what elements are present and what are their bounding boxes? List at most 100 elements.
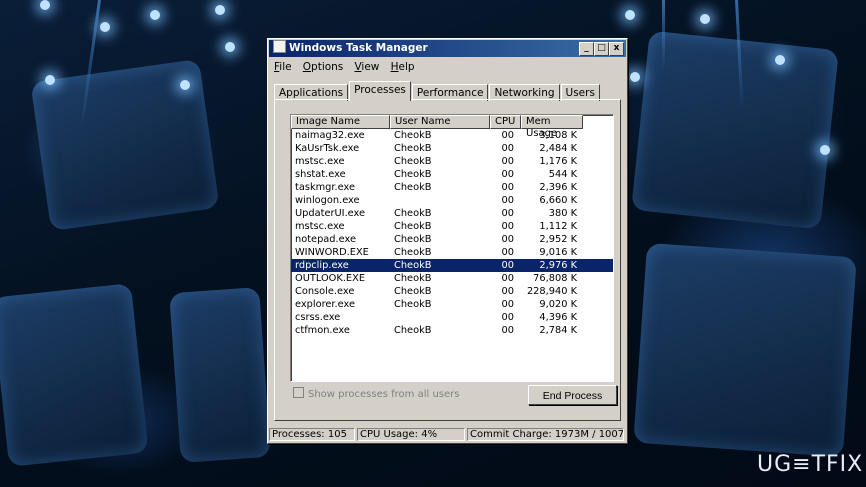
fiber-light-dot — [700, 14, 710, 24]
column-user-name[interactable]: User Name — [390, 115, 490, 129]
process-image-name: winlogon.exe — [295, 195, 360, 206]
fiber-light-dot — [225, 42, 235, 52]
column-mem-usage[interactable]: Mem Usage — [521, 115, 583, 139]
process-row[interactable]: taskmgr.exe CheokB 00 2,396 K — [291, 181, 613, 194]
ugetfix-watermark: UG≡TFIX — [757, 452, 864, 477]
process-mem-usage: 544 K — [548, 169, 577, 180]
fiber-light-dot — [820, 145, 830, 155]
menu-view[interactable]: View — [354, 61, 379, 73]
process-list[interactable]: Image Name User Name CPU Mem Usage naima… — [290, 114, 614, 382]
keyboard-key-decoration — [169, 287, 271, 463]
menu-options[interactable]: Options — [303, 61, 344, 73]
column-cpu[interactable]: CPU — [490, 115, 521, 129]
process-row[interactable]: KaUsrTsk.exe CheokB 00 2,484 K — [291, 142, 613, 155]
fiber-light-dot — [150, 10, 160, 20]
process-row[interactable]: explorer.exe CheokB 00 9,020 K — [291, 298, 613, 311]
process-cpu: 00 — [501, 325, 514, 336]
process-cpu: 00 — [501, 130, 514, 141]
process-image-name: ctfmon.exe — [295, 325, 350, 336]
menu-help[interactable]: Help — [391, 61, 415, 73]
fiber-light-dot — [630, 72, 640, 82]
fiber-light-dot — [215, 5, 225, 15]
column-header-row: Image Name User Name CPU Mem Usage — [291, 115, 613, 139]
process-mem-usage: 2,484 K — [539, 143, 577, 154]
maximize-button[interactable]: □ — [594, 42, 609, 56]
keyboard-key-decoration — [30, 58, 220, 232]
process-mem-usage: 4,396 K — [539, 312, 577, 323]
process-mem-usage: 2,976 K — [539, 260, 577, 271]
status-cpu-usage: CPU Usage: 4% — [357, 428, 465, 441]
process-cpu: 00 — [501, 312, 514, 323]
fiber-light-dot — [775, 55, 785, 65]
process-mem-usage: 9,016 K — [539, 247, 577, 258]
process-user-name: CheokB — [394, 182, 432, 193]
process-row[interactable]: naimag32.exe CheokB 00 3,108 K — [291, 129, 613, 142]
process-row[interactable]: csrss.exe 00 4,396 K — [291, 311, 613, 324]
minimize-button[interactable]: _ — [579, 42, 594, 56]
process-cpu: 00 — [501, 234, 514, 245]
process-image-name: explorer.exe — [295, 299, 356, 310]
process-mem-usage: 2,784 K — [539, 325, 577, 336]
fiber-light-dot — [40, 0, 50, 10]
status-bar: Processes: 105 CPU Usage: 4% Commit Char… — [269, 428, 626, 441]
process-image-name: csrss.exe — [295, 312, 341, 323]
process-user-name: CheokB — [394, 273, 432, 284]
process-cpu: 00 — [501, 299, 514, 310]
process-row[interactable]: Console.exe CheokB 00 228,940 K — [291, 285, 613, 298]
process-row[interactable]: ctfmon.exe CheokB 00 2,784 K — [291, 324, 613, 337]
status-commit-charge: Commit Charge: 1973M / 10073M — [467, 428, 624, 441]
show-all-users-checkbox[interactable] — [293, 387, 304, 398]
task-manager-window: Windows Task Manager _ □ x File Options … — [267, 38, 628, 444]
menu-bar: File Options View Help — [268, 58, 627, 76]
process-rows: naimag32.exe CheokB 00 3,108 K KaUsrTsk.exe C… — [291, 129, 613, 337]
process-image-name: shstat.exe — [295, 169, 346, 180]
process-image-name: OUTLOOK.EXE — [295, 273, 366, 284]
process-mem-usage: 228,940 K — [526, 286, 577, 297]
show-all-users-option: Show processes from all users — [293, 387, 459, 400]
process-row[interactable]: rdpclip.exe CheokB 00 2,976 K — [291, 259, 613, 272]
fiber-strand — [662, 0, 665, 70]
process-mem-usage: 76,808 K — [533, 273, 577, 284]
close-button[interactable]: x — [609, 42, 624, 56]
process-row[interactable]: winlogon.exe 00 6,660 K — [291, 194, 613, 207]
process-cpu: 00 — [501, 195, 514, 206]
process-image-name: naimag32.exe — [295, 130, 365, 141]
process-mem-usage: 3,108 K — [539, 130, 577, 141]
process-cpu: 00 — [501, 273, 514, 284]
process-image-name: KaUsrTsk.exe — [295, 143, 360, 154]
process-cpu: 00 — [501, 208, 514, 219]
window-title: Windows Task Manager — [289, 42, 428, 54]
process-user-name — [390, 311, 490, 324]
process-row[interactable]: OUTLOOK.EXE CheokB 00 76,808 K — [291, 272, 613, 285]
process-image-name: notepad.exe — [295, 234, 357, 245]
process-image-name: taskmgr.exe — [295, 182, 356, 193]
process-user-name: CheokB — [394, 325, 432, 336]
status-processes: Processes: 105 — [269, 428, 355, 441]
process-row[interactable]: WINWORD.EXE CheokB 00 9,016 K — [291, 246, 613, 259]
process-image-name: mstsc.exe — [295, 156, 345, 167]
process-user-name: CheokB — [394, 260, 432, 271]
process-row[interactable]: mstsc.exe CheokB 00 1,112 K — [291, 220, 613, 233]
process-row[interactable]: UpdaterUI.exe CheokB 00 380 K — [291, 207, 613, 220]
process-image-name: Console.exe — [295, 286, 355, 297]
menu-file[interactable]: File — [274, 61, 292, 73]
fiber-light-dot — [100, 22, 110, 32]
tab-strip: Applications Processes Performance Netwo… — [274, 81, 601, 101]
process-user-name: CheokB — [394, 234, 432, 245]
process-row[interactable]: notepad.exe CheokB 00 2,952 K — [291, 233, 613, 246]
title-bar[interactable]: Windows Task Manager _ □ x — [269, 40, 626, 57]
process-user-name: CheokB — [394, 130, 432, 141]
show-all-users-label: Show processes from all users — [308, 389, 460, 400]
tab-processes[interactable]: Processes — [349, 81, 411, 101]
process-row[interactable]: shstat.exe CheokB 00 544 K — [291, 168, 613, 181]
process-mem-usage: 6,660 K — [539, 195, 577, 206]
process-cpu: 00 — [501, 156, 514, 167]
keyboard-key-decoration — [633, 242, 857, 458]
process-mem-usage: 380 K — [548, 208, 577, 219]
end-process-button[interactable]: End Process — [528, 385, 617, 405]
process-mem-usage: 1,112 K — [539, 221, 577, 232]
column-image-name[interactable]: Image Name — [291, 115, 390, 129]
process-row[interactable]: mstsc.exe CheokB 00 1,176 K — [291, 155, 613, 168]
process-mem-usage: 2,396 K — [539, 182, 577, 193]
process-cpu: 00 — [501, 221, 514, 232]
